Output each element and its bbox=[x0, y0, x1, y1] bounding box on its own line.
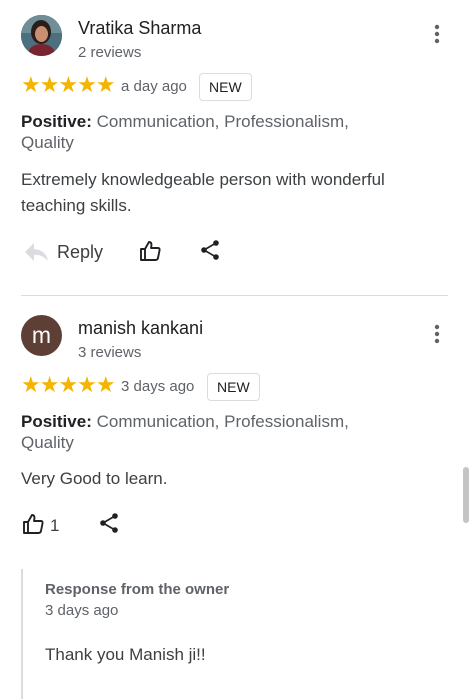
reviews-page: Vratika Sharma 2 reviews ★★★★★ a day ago… bbox=[0, 0, 469, 699]
thumbs-up-icon[interactable] bbox=[22, 513, 44, 535]
reply-icon[interactable] bbox=[23, 241, 49, 263]
star-rating: ★★★★★ bbox=[21, 72, 116, 97]
review-age: a day ago bbox=[121, 78, 187, 95]
positive-attributes: Positive: Communication, Professionalism… bbox=[21, 111, 401, 153]
owner-response-text: Thank you Manish ji!! bbox=[45, 645, 206, 664]
positive-label: Positive: bbox=[21, 412, 92, 431]
owner-response-age: 3 days ago bbox=[45, 602, 119, 619]
like-count: 1 bbox=[50, 516, 60, 535]
review-count: 3 reviews bbox=[78, 344, 142, 361]
avatar[interactable] bbox=[21, 15, 62, 56]
thumbs-up-icon[interactable] bbox=[139, 240, 161, 262]
review-text: Very Good to learn. bbox=[21, 469, 168, 488]
reviewer-name[interactable]: Vratika Sharma bbox=[78, 18, 201, 39]
reply-button[interactable]: Reply bbox=[57, 242, 103, 263]
share-icon[interactable] bbox=[98, 512, 120, 534]
review-age: 3 days ago bbox=[121, 378, 195, 395]
reviewer-name[interactable]: manish kankani bbox=[78, 318, 203, 339]
new-badge: NEW bbox=[207, 373, 260, 401]
star-rating: ★★★★★ bbox=[21, 372, 116, 397]
owner-response-title: Response from the owner bbox=[45, 581, 230, 598]
review-count: 2 reviews bbox=[78, 44, 142, 61]
share-icon[interactable] bbox=[199, 239, 221, 261]
positive-label: Positive: bbox=[21, 112, 92, 131]
avatar[interactable]: m bbox=[21, 315, 62, 356]
new-badge: NEW bbox=[199, 73, 252, 101]
owner-response: Response from the owner 3 days ago Thank… bbox=[21, 569, 448, 699]
review-divider bbox=[21, 295, 448, 296]
more-options-icon[interactable] bbox=[425, 322, 449, 346]
scrollbar[interactable] bbox=[463, 467, 469, 523]
positive-attributes: Positive: Communication, Professionalism… bbox=[21, 411, 401, 453]
avatar-photo-icon bbox=[21, 15, 62, 56]
more-options-icon[interactable] bbox=[425, 22, 449, 46]
review-text: Extremely knowledgeable person with wond… bbox=[21, 170, 385, 215]
